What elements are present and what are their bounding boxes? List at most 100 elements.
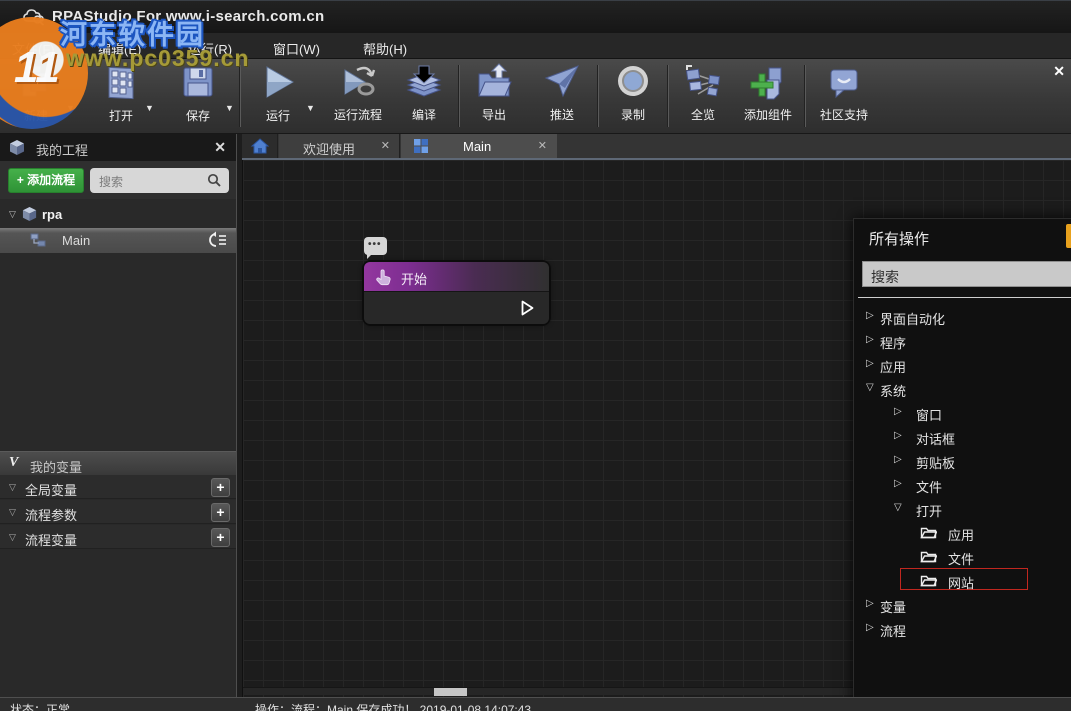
compile-button[interactable]: 编译: [398, 62, 450, 123]
variables-panel-title: 我的变量: [30, 457, 82, 476]
save-button[interactable]: [172, 62, 224, 104]
tab-main-label: Main: [463, 139, 491, 154]
tree-row-main[interactable]: Main: [0, 228, 236, 253]
expander-icon[interactable]: ▽: [9, 482, 16, 493]
ops-node-open-website[interactable]: 网站: [854, 569, 1071, 593]
run-flow-button[interactable]: 运行流程: [328, 62, 388, 123]
add-flow-param-button[interactable]: +: [211, 503, 230, 522]
open-folder-icon: [920, 573, 937, 587]
main-area: 我的工程 ✕ + 添加流程 搜索 ▽: [0, 134, 1071, 697]
add-global-variable-button[interactable]: +: [211, 478, 230, 497]
comment-bubble-icon[interactable]: •••: [364, 237, 387, 255]
start-node[interactable]: 开始: [364, 262, 549, 324]
ops-node-window[interactable]: ▷ 窗口: [854, 401, 1071, 425]
expander-icon[interactable]: ▷: [866, 310, 874, 321]
menu-run[interactable]: 运行(R): [182, 37, 238, 60]
ops-node-label: 系统: [880, 381, 906, 400]
ops-node-system[interactable]: ▽ 系统: [854, 377, 1071, 401]
menu-file[interactable]: 文件(F): [6, 37, 61, 60]
push-button[interactable]: 推送: [536, 62, 588, 123]
ops-node-variable[interactable]: ▷变量: [854, 593, 1071, 617]
new-dropdown-caret[interactable]: ▼: [66, 103, 75, 113]
editor-area: 欢迎使用 ✕ Main ✕ •••: [242, 134, 1071, 697]
ops-node-open-file[interactable]: 文件: [854, 545, 1071, 569]
ops-node-open-application[interactable]: 应用: [854, 521, 1071, 545]
export-button[interactable]: 导出: [468, 62, 520, 123]
tab-main-close-icon[interactable]: ✕: [538, 139, 547, 152]
add-flow-button[interactable]: + 添加流程: [8, 168, 84, 193]
record-button[interactable]: 录制: [607, 62, 659, 123]
expander-icon[interactable]: ▷: [866, 622, 874, 633]
push-button-label: 推送: [536, 106, 588, 123]
expander-icon[interactable]: ▽: [9, 209, 16, 220]
flow-variables-row[interactable]: ▽ 流程变量 +: [0, 525, 236, 549]
expander-icon[interactable]: ▷: [894, 478, 902, 489]
menu-help[interactable]: 帮助(H): [357, 37, 413, 60]
ops-node-open[interactable]: ▽打开: [854, 497, 1071, 521]
tab-welcome[interactable]: 欢迎使用 ✕: [279, 134, 400, 158]
ops-node-flow[interactable]: ▷流程: [854, 617, 1071, 641]
tab-main[interactable]: Main ✕: [401, 134, 557, 158]
expander-icon[interactable]: ▽: [9, 507, 16, 518]
expander-icon[interactable]: ▷: [894, 406, 902, 417]
menu-edit[interactable]: 编辑(E): [92, 37, 147, 60]
flow-canvas[interactable]: ••• 开始: [242, 160, 1071, 697]
community-button-label: 社区支持: [812, 106, 876, 123]
comment-dots: •••: [368, 239, 382, 250]
toolbar-close-icon[interactable]: ✕: [1053, 63, 1065, 80]
add-flow-variable-button[interactable]: +: [211, 528, 230, 547]
tree-row-rpa[interactable]: ▽ rpa: [0, 203, 236, 227]
ops-node-application[interactable]: ▷应用: [854, 353, 1071, 377]
tab-welcome-close-icon[interactable]: ✕: [381, 139, 390, 152]
global-variables-row[interactable]: ▽ 全局变量 +: [0, 475, 236, 499]
ops-node-file[interactable]: ▷文件: [854, 473, 1071, 497]
home-icon: [251, 138, 269, 154]
flow-variables-label: 流程变量: [25, 530, 77, 549]
expander-icon[interactable]: ▷: [866, 334, 874, 345]
project-panel-close-icon[interactable]: ✕: [214, 139, 226, 156]
expander-icon[interactable]: ▽: [866, 382, 874, 393]
expander-icon[interactable]: ▷: [866, 598, 874, 609]
flow-actions-icon[interactable]: [208, 231, 228, 249]
add-component-icon: [749, 62, 787, 104]
export-icon: [475, 62, 513, 104]
operations-search-input[interactable]: 搜索: [862, 261, 1071, 287]
toolbar-separator: [598, 65, 599, 127]
grid-view-button[interactable]: ▦: [1066, 224, 1071, 248]
expander-icon[interactable]: ▷: [894, 454, 902, 465]
overview-button[interactable]: 全览: [677, 62, 729, 123]
ops-node-dialog[interactable]: ▷对话框: [854, 425, 1071, 449]
open-project-icon: [102, 62, 140, 104]
new-button[interactable]: [10, 62, 62, 104]
node-play-icon[interactable]: [520, 299, 535, 317]
project-search-input[interactable]: 搜索: [90, 168, 229, 193]
open-folder-icon: [920, 525, 937, 539]
ops-node-label: 窗口: [916, 405, 942, 424]
save-dropdown-caret[interactable]: ▼: [225, 103, 234, 113]
compile-icon: [405, 62, 443, 104]
window-title: RPAStudio For www.i-search.com.cn: [52, 8, 324, 25]
scrollbar-handle[interactable]: [434, 688, 467, 696]
start-node-body[interactable]: [364, 292, 549, 324]
project-panel: 我的工程 ✕ + 添加流程 搜索 ▽: [0, 134, 237, 697]
ops-node-ui-automation[interactable]: ▷界面自动化: [854, 305, 1071, 329]
variables-v-icon: V: [9, 455, 18, 471]
ops-node-clipboard[interactable]: ▷剪贴板: [854, 449, 1071, 473]
expander-icon[interactable]: ▷: [894, 430, 902, 441]
community-button[interactable]: 社区支持: [812, 62, 876, 123]
start-node-title: 开始: [401, 269, 427, 288]
expander-icon[interactable]: ▷: [866, 358, 874, 369]
flow-params-row[interactable]: ▽ 流程参数 +: [0, 500, 236, 524]
run-button[interactable]: [252, 62, 304, 104]
menu-window[interactable]: 窗口(W): [267, 37, 326, 60]
tab-home[interactable]: [242, 134, 278, 158]
expander-icon[interactable]: ▽: [894, 502, 902, 513]
expander-icon[interactable]: ▽: [9, 532, 16, 543]
start-node-header[interactable]: 开始: [364, 262, 549, 292]
title-bar: RPAStudio For www.i-search.com.cn: [0, 0, 1071, 33]
open-button[interactable]: [93, 62, 149, 104]
export-button-label: 导出: [468, 106, 520, 123]
ops-node-program[interactable]: ▷程序: [854, 329, 1071, 353]
run-dropdown-caret[interactable]: ▼: [306, 103, 315, 113]
add-component-button[interactable]: 添加组件: [735, 62, 801, 123]
